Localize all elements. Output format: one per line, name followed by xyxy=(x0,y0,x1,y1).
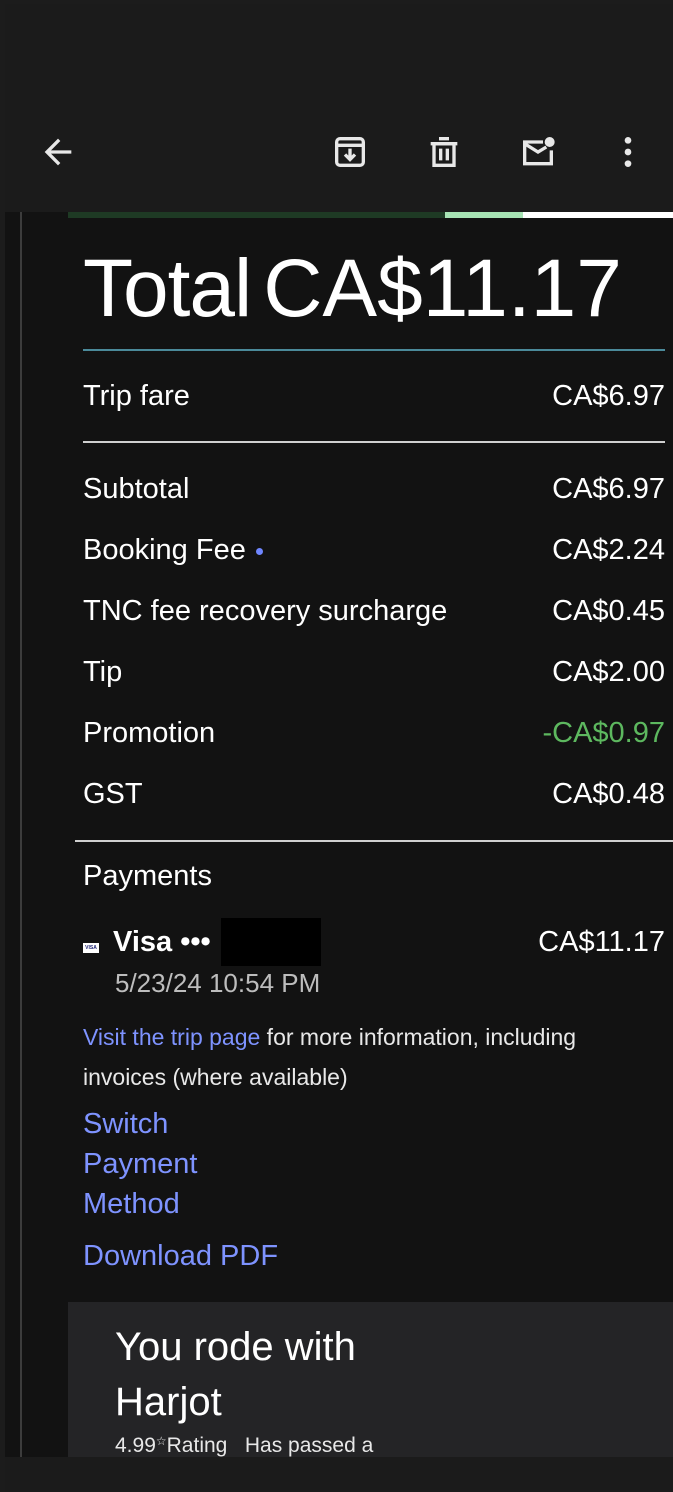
rating-star-icon: ☆ xyxy=(155,1434,167,1448)
trip-fare-value: CA$6.97 xyxy=(552,380,665,412)
card-dots: ••• xyxy=(180,925,211,958)
switch-payment-method-link[interactable]: Switch Payment Method xyxy=(83,1104,223,1224)
line-label: Tip xyxy=(83,656,123,688)
booking-fee-row: Booking Fee CA$2.24 xyxy=(83,532,665,568)
line-value: CA$0.48 xyxy=(552,778,665,810)
more-vertical-icon xyxy=(624,137,632,167)
email-toolbar xyxy=(5,4,673,212)
tnc-fee-row: TNC fee recovery surcharge CA$0.45 xyxy=(83,593,665,629)
driver-rating: 4.99 xyxy=(115,1434,156,1457)
back-button[interactable] xyxy=(30,124,86,180)
total-row: Total CA$11.17 xyxy=(83,242,665,342)
delete-button[interactable] xyxy=(416,124,472,180)
email-app: Total CA$11.17 Trip fare CA$6.97 Subtota… xyxy=(5,4,673,1492)
archive-icon xyxy=(335,137,365,167)
back-arrow-icon xyxy=(44,138,72,166)
line-value: CA$2.00 xyxy=(552,656,665,688)
download-pdf-link[interactable]: Download PDF xyxy=(83,1236,278,1276)
gst-row: GST CA$0.48 xyxy=(83,776,665,812)
driver-card: You rode with Harjot 4.99☆Rating Has pas… xyxy=(68,1302,673,1457)
promotion-value: -CA$0.97 xyxy=(542,717,665,749)
payments-title: Payments xyxy=(83,860,212,892)
payments-divider xyxy=(75,840,673,842)
line-value: CA$2.24 xyxy=(552,534,665,566)
visa-card-icon: VISA xyxy=(83,943,99,953)
fare-divider xyxy=(83,441,665,443)
driver-title: You rode with Harjot xyxy=(115,1325,356,1424)
driver-badge-text: Has passed a xyxy=(244,1434,374,1457)
mark-unread-icon xyxy=(523,137,555,166)
trash-icon xyxy=(430,137,458,167)
subtotal-row: Subtotal CA$6.97 xyxy=(83,471,665,507)
mark-unread-button[interactable] xyxy=(510,124,566,180)
visit-trip-page-link[interactable]: Visit the trip page xyxy=(83,1024,260,1050)
payment-amount: CA$11.17 xyxy=(538,925,665,958)
header-color-bar xyxy=(68,212,673,218)
promotion-row: Promotion -CA$0.97 xyxy=(83,715,665,751)
bottom-bar xyxy=(5,1457,673,1492)
line-value: CA$0.45 xyxy=(552,595,665,627)
line-value: CA$6.97 xyxy=(552,473,665,505)
line-label: Booking Fee xyxy=(83,534,246,566)
trip-info-text: Visit the trip page for more information… xyxy=(83,1017,643,1097)
archive-button[interactable] xyxy=(322,124,378,180)
trip-fare-row: Trip fare CA$6.97 xyxy=(83,378,665,414)
driver-meta: 4.99☆Rating Has passed a xyxy=(115,1434,373,1457)
line-label: Subtotal xyxy=(83,473,190,505)
line-label: Promotion xyxy=(83,717,216,749)
payment-card-row: VISA Visa ••• CA$11.17 xyxy=(83,918,665,966)
info-dot-icon[interactable] xyxy=(255,547,263,555)
trip-fare-label: Trip fare xyxy=(83,380,190,412)
redacted-card-number xyxy=(220,918,321,966)
card-brand: Visa xyxy=(113,925,173,958)
total-divider xyxy=(83,349,665,351)
line-label: TNC fee recovery surcharge xyxy=(83,595,448,627)
total-value: CA$11.17 xyxy=(263,243,622,334)
tip-row: Tip CA$2.00 xyxy=(83,654,665,690)
email-body[interactable]: Total CA$11.17 Trip fare CA$6.97 Subtota… xyxy=(5,212,673,1457)
line-label: GST xyxy=(83,778,143,810)
more-options-button[interactable] xyxy=(600,124,656,180)
total-label: Total xyxy=(83,243,252,334)
payment-date: 5/23/24 10:54 PM xyxy=(115,968,321,998)
rating-label: Rating xyxy=(166,1434,228,1457)
quote-line xyxy=(20,212,22,1457)
